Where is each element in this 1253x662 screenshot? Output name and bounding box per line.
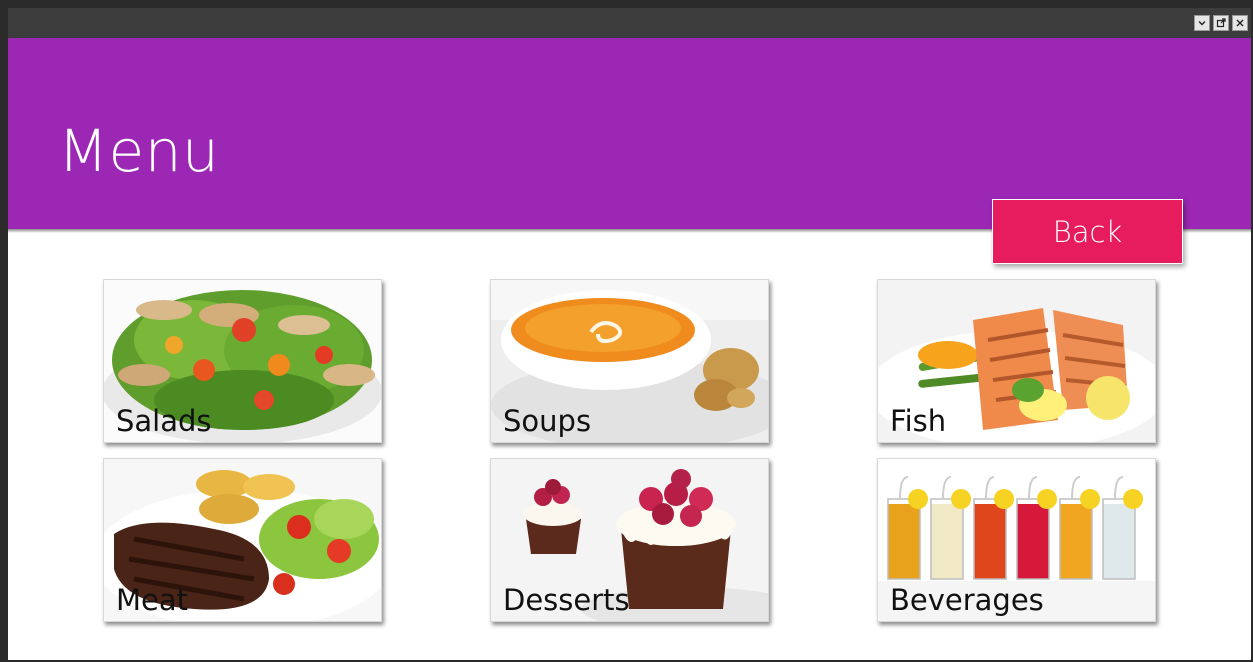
popout-icon[interactable] — [1213, 15, 1229, 31]
tile-fish[interactable]: Fish — [877, 279, 1156, 443]
app-window: Menu Back Salads Soups Fish Meat Dessert… — [0, 0, 1253, 662]
tile-label: Soups — [503, 404, 592, 438]
tile-salads[interactable]: Salads — [103, 279, 382, 443]
tile-desserts[interactable]: Desserts — [490, 458, 769, 622]
back-button[interactable]: Back — [992, 199, 1183, 264]
tile-beverages[interactable]: Beverages — [877, 458, 1156, 622]
tile-label: Fish — [890, 404, 947, 438]
tile-meat[interactable]: Meat — [103, 458, 382, 622]
close-icon[interactable] — [1232, 15, 1248, 31]
tile-label: Beverages — [890, 583, 1044, 617]
chevron-down-icon[interactable] — [1194, 15, 1210, 31]
tile-label: Meat — [116, 583, 189, 617]
tile-soups[interactable]: Soups — [490, 279, 769, 443]
page-title: Menu — [58, 117, 220, 185]
window-controls — [1194, 15, 1248, 31]
tile-label: Salads — [116, 404, 212, 438]
tile-label: Desserts — [503, 583, 630, 617]
title-bar — [8, 0, 1251, 38]
